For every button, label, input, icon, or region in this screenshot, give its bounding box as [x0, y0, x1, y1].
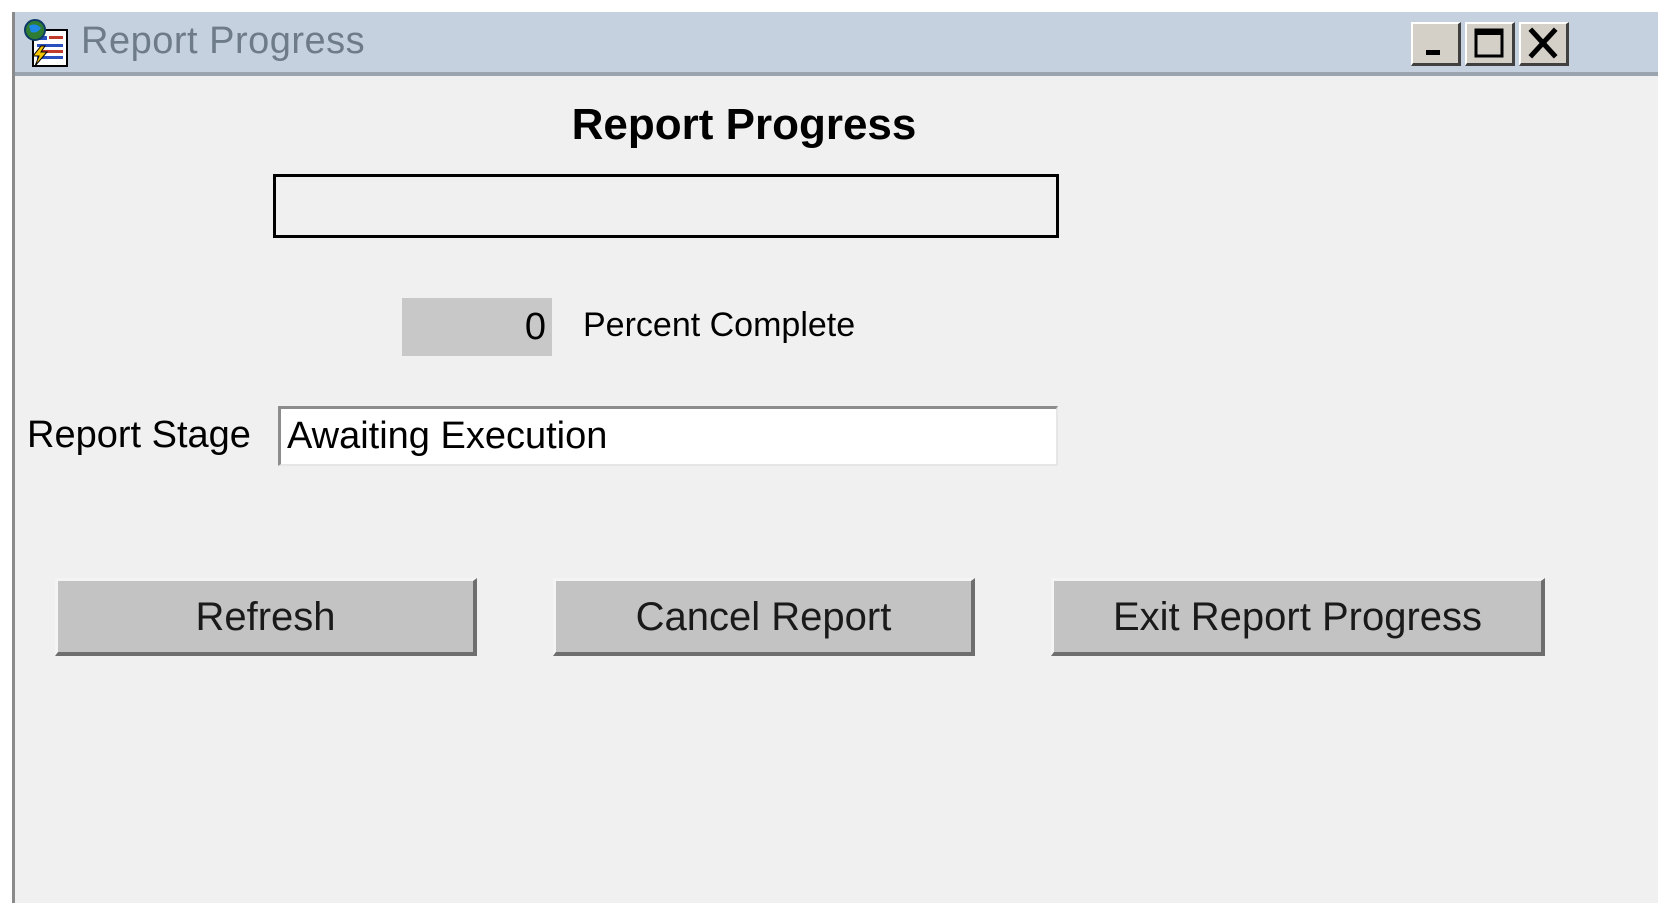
exit-report-progress-button[interactable]: Exit Report Progress	[1051, 578, 1545, 656]
maximize-button[interactable]	[1465, 22, 1515, 66]
progress-bar	[273, 174, 1059, 238]
close-icon	[1528, 27, 1558, 59]
report-stage-label: Report Stage	[27, 414, 251, 456]
percent-complete-label: Percent Complete	[583, 306, 856, 344]
minimize-icon	[1426, 50, 1440, 55]
window-title: Report Progress	[81, 20, 366, 62]
app-icon	[19, 16, 71, 70]
minimize-button[interactable]	[1411, 22, 1461, 66]
title-bar[interactable]: Report Progress	[15, 12, 1658, 76]
cancel-report-button[interactable]: Cancel Report	[553, 578, 975, 656]
report-progress-window: Report Progress Report Progress 0 Percen…	[12, 12, 1658, 903]
refresh-button[interactable]: Refresh	[55, 578, 477, 656]
close-button[interactable]	[1519, 22, 1569, 66]
page-title: Report Progress	[571, 100, 917, 149]
report-stage-field[interactable]	[278, 406, 1058, 466]
maximize-icon	[1474, 28, 1504, 58]
percent-complete-value: 0	[402, 298, 552, 356]
